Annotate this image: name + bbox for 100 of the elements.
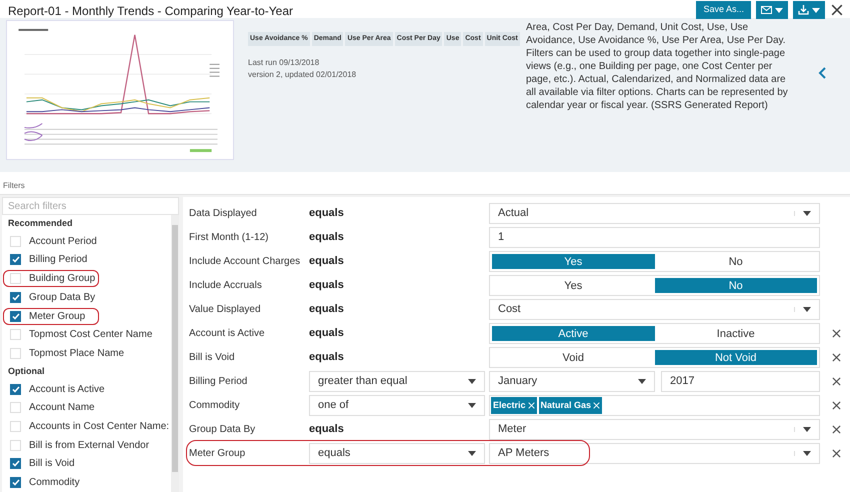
toggle-option[interactable]: Not Void bbox=[654, 350, 817, 365]
caret-icon bbox=[803, 211, 811, 216]
checkmark-icon bbox=[12, 460, 20, 468]
filter-label: Account is Active bbox=[189, 327, 266, 341]
close-icon bbox=[832, 329, 840, 338]
year-input[interactable]: 2017 bbox=[661, 371, 820, 392]
filter-label: Billing Period bbox=[189, 375, 248, 389]
caret-icon bbox=[803, 451, 811, 456]
filter-label: Commodity bbox=[189, 399, 241, 413]
filter-option[interactable]: Topmost Place Name bbox=[29, 346, 124, 362]
operator-label: equals bbox=[309, 326, 345, 342]
tag-label: Natural Gas bbox=[540, 398, 592, 412]
checkmark-icon bbox=[12, 479, 20, 486]
filter-label: Meter Group bbox=[189, 447, 246, 461]
caret-icon bbox=[775, 8, 783, 12]
download-icon bbox=[798, 5, 809, 15]
remove-filter-button[interactable] bbox=[830, 376, 842, 388]
scrollbar[interactable] bbox=[171, 215, 179, 492]
tag-label: Electric bbox=[493, 398, 526, 412]
caret-icon bbox=[468, 451, 476, 456]
checkbox[interactable] bbox=[10, 458, 21, 470]
operator-label: equals bbox=[309, 230, 345, 246]
filter-label: Include Accruals bbox=[189, 279, 263, 293]
filter-label: First Month (1-12) bbox=[189, 231, 270, 245]
filter-label: Bill is Void bbox=[189, 351, 236, 365]
toggle-option[interactable]: No bbox=[654, 278, 817, 293]
section-heading: Recommended bbox=[7, 216, 74, 230]
value-dropdown[interactable]: AP Meters bbox=[489, 443, 820, 464]
filter-option[interactable]: Group Data By bbox=[29, 290, 96, 305]
caret-icon bbox=[638, 379, 646, 384]
caret-icon bbox=[468, 379, 476, 384]
month-dropdown[interactable]: January bbox=[489, 371, 655, 392]
value-dropdown[interactable]: Cost bbox=[489, 299, 820, 320]
close-icon bbox=[831, 4, 843, 16]
chevron-left-icon[interactable] bbox=[818, 67, 826, 79]
search-field[interactable]: Search filters bbox=[2, 197, 179, 215]
checkmark-icon bbox=[12, 386, 20, 393]
value-input[interactable]: 1 bbox=[489, 227, 820, 248]
filter-label: Include Account Charges bbox=[189, 255, 302, 269]
email-dropdown-button[interactable] bbox=[756, 1, 788, 19]
value-dropdown[interactable]: Actual bbox=[489, 203, 820, 224]
checkmark-icon bbox=[12, 256, 20, 264]
tag-input[interactable]: Electric Natural Gas bbox=[489, 395, 820, 416]
toggle-option[interactable]: Active bbox=[492, 326, 654, 341]
filter-option[interactable]: Account is Active bbox=[29, 382, 105, 397]
operator-label: equals bbox=[309, 350, 345, 366]
section-heading: Optional bbox=[7, 364, 46, 378]
download-dropdown-button[interactable] bbox=[793, 1, 825, 19]
checkbox[interactable] bbox=[10, 254, 21, 266]
window-title: Report-01 - Monthly Trends - Comparing Year-to-Year bbox=[8, 3, 294, 20]
filter-option[interactable]: Topmost Cost Center Name bbox=[29, 327, 152, 342]
operator-label: equals bbox=[309, 302, 345, 318]
close-button[interactable] bbox=[830, 3, 844, 17]
close-icon bbox=[832, 401, 840, 410]
filter-option[interactable]: Bill is Void bbox=[29, 456, 75, 472]
operator-label: equals bbox=[309, 278, 345, 294]
operator-label: equals bbox=[309, 206, 345, 222]
operator-dropdown[interactable]: equals bbox=[309, 443, 485, 464]
close-icon bbox=[593, 402, 600, 409]
remove-filter-button[interactable] bbox=[830, 448, 842, 460]
caret-icon bbox=[803, 307, 811, 312]
toggle-option[interactable]: Yes bbox=[492, 254, 654, 269]
operator-dropdown[interactable]: greater than equal bbox=[309, 371, 485, 392]
close-icon bbox=[832, 353, 840, 362]
filter-option[interactable]: Commodity bbox=[29, 475, 80, 490]
checkbox[interactable] bbox=[10, 477, 21, 488]
operator-label: equals bbox=[309, 254, 345, 270]
filter-option[interactable]: Billing Period bbox=[29, 252, 88, 268]
checkbox[interactable] bbox=[10, 384, 21, 395]
filter-label: Data Displayed bbox=[189, 207, 258, 221]
report-description: Area, Cost Per Day, Demand, Unit Cost, Use, Use Avoidance, Use Avoidance %, Use Per Area, Use Per Day. Filters can be used to group data together into single-page views (e.g., one Building per page, one Cost Center per page, etc.). Actual, Calendarized, and Normalized data are all available via filter options. Charts can be represented by calendar year or fiscal year. (SSRS Generated Report) bbox=[526, 21, 789, 113]
filter-option[interactable]: Building Group bbox=[29, 271, 96, 286]
checkbox[interactable] bbox=[10, 292, 21, 303]
remove-filter-button[interactable] bbox=[830, 328, 842, 340]
envelope-icon bbox=[761, 6, 772, 14]
version-text: version 2, updated 02/01/2018 bbox=[248, 69, 358, 81]
filter-option[interactable]: Accounts in Cost Center Name: bbox=[29, 419, 170, 434]
value-dropdown[interactable]: Meter bbox=[489, 419, 820, 440]
filter-option[interactable]: Bill is from External Vendor bbox=[29, 438, 150, 453]
filter-option[interactable]: Meter Group bbox=[29, 308, 86, 324]
filter-label: Value Displayed bbox=[189, 303, 262, 317]
filter-option[interactable]: Account Name bbox=[29, 400, 95, 416]
caret-icon bbox=[803, 427, 811, 432]
remove-filter-button[interactable] bbox=[830, 352, 842, 364]
remove-filter-button[interactable] bbox=[830, 424, 842, 436]
operator-dropdown[interactable]: one of bbox=[309, 395, 485, 416]
close-icon bbox=[528, 402, 535, 409]
last-run-text: Last run 09/13/2018 bbox=[248, 57, 320, 69]
filter-option[interactable]: Account Period bbox=[29, 234, 97, 249]
checkbox[interactable] bbox=[10, 310, 21, 322]
checkmark-icon bbox=[12, 294, 20, 301]
remove-filter-button[interactable] bbox=[830, 400, 842, 412]
close-icon bbox=[832, 449, 840, 458]
save-as-button[interactable]: Save As... bbox=[696, 1, 751, 19]
checkmark-icon bbox=[12, 312, 20, 320]
caret-icon bbox=[812, 8, 820, 12]
filters-heading: Filters bbox=[3, 180, 25, 192]
close-icon bbox=[832, 425, 840, 434]
caret-icon bbox=[468, 403, 476, 408]
operator-label: equals bbox=[309, 422, 345, 438]
